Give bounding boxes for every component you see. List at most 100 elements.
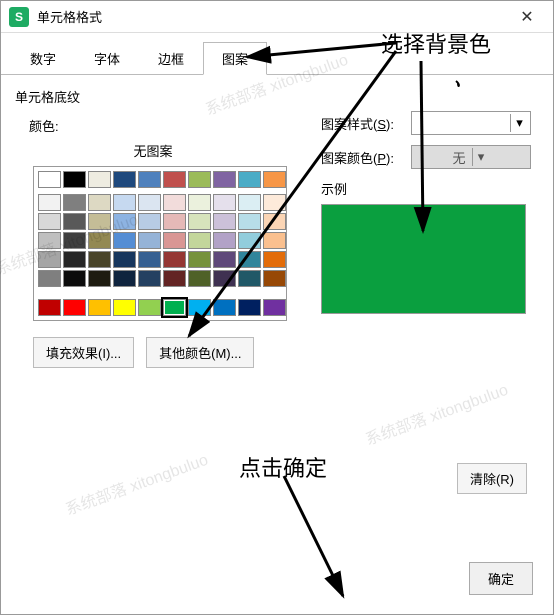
color-swatch[interactable]: [188, 194, 211, 211]
color-swatch[interactable]: [38, 194, 61, 211]
color-swatch[interactable]: [163, 232, 186, 249]
color-swatch[interactable]: [113, 251, 136, 268]
color-swatch[interactable]: [213, 251, 236, 268]
color-swatch[interactable]: [238, 299, 261, 316]
no-pattern-label: 无图案: [33, 141, 273, 160]
color-swatch[interactable]: [63, 299, 86, 316]
color-swatch[interactable]: [63, 251, 86, 268]
color-swatch[interactable]: [88, 171, 111, 188]
color-swatch[interactable]: [188, 251, 211, 268]
color-swatch[interactable]: [38, 270, 61, 287]
color-swatch[interactable]: [163, 251, 186, 268]
pattern-color-value: 无: [452, 148, 465, 167]
color-swatch[interactable]: [263, 171, 286, 188]
color-swatch[interactable]: [263, 251, 286, 268]
color-swatch[interactable]: [188, 213, 211, 230]
tab-pattern[interactable]: 图案: [203, 42, 267, 75]
color-swatch[interactable]: [38, 232, 61, 249]
color-swatch[interactable]: [113, 299, 136, 316]
color-swatch[interactable]: [38, 251, 61, 268]
color-swatch[interactable]: [188, 171, 211, 188]
color-palette: [33, 166, 287, 321]
color-swatch[interactable]: [163, 194, 186, 211]
tab-font[interactable]: 字体: [75, 42, 139, 75]
other-color-button[interactable]: 其他颜色(M)...: [146, 337, 254, 368]
color-swatch[interactable]: [113, 213, 136, 230]
color-swatch[interactable]: [63, 213, 86, 230]
color-swatch[interactable]: [263, 232, 286, 249]
app-icon: S: [9, 7, 29, 27]
color-swatch[interactable]: [263, 194, 286, 211]
color-swatch[interactable]: [113, 194, 136, 211]
color-swatch[interactable]: [113, 232, 136, 249]
ok-label: 确定: [488, 572, 514, 587]
color-swatch[interactable]: [63, 270, 86, 287]
tab-number[interactable]: 数字: [11, 42, 75, 75]
color-swatch[interactable]: [88, 251, 111, 268]
color-swatch[interactable]: [138, 270, 161, 287]
color-swatch[interactable]: [38, 213, 61, 230]
color-swatch[interactable]: [238, 270, 261, 287]
color-swatch[interactable]: [163, 270, 186, 287]
chevron-down-icon: ▾: [472, 148, 490, 166]
color-swatch[interactable]: [138, 171, 161, 188]
color-swatch[interactable]: [113, 171, 136, 188]
color-swatch[interactable]: [263, 299, 286, 316]
color-swatch[interactable]: [63, 194, 86, 211]
color-swatch[interactable]: [63, 232, 86, 249]
color-swatch[interactable]: [138, 213, 161, 230]
pattern-style-dropdown[interactable]: ▾: [411, 111, 531, 135]
tab-bar: 数字 字体 边框 图案: [1, 33, 553, 75]
color-swatch[interactable]: [213, 213, 236, 230]
other-color-label: 其他颜色(M)...: [159, 346, 241, 361]
color-swatch[interactable]: [263, 270, 286, 287]
color-swatch[interactable]: [63, 171, 86, 188]
color-swatch[interactable]: [88, 299, 111, 316]
color-swatch[interactable]: [238, 251, 261, 268]
color-swatch[interactable]: [38, 299, 61, 316]
color-swatch[interactable]: [138, 232, 161, 249]
close-icon[interactable]: ✕: [509, 3, 545, 31]
color-swatch[interactable]: [238, 232, 261, 249]
fill-effect-label: 填充效果(I)...: [46, 346, 121, 361]
color-swatch[interactable]: [138, 251, 161, 268]
tab-border[interactable]: 边框: [139, 42, 203, 75]
color-swatch[interactable]: [213, 194, 236, 211]
color-swatch[interactable]: [188, 299, 211, 316]
color-swatch[interactable]: [163, 171, 186, 188]
fill-effect-button[interactable]: 填充效果(I)...: [33, 337, 134, 368]
ok-button[interactable]: 确定: [469, 562, 533, 595]
section-label: 单元格底纹: [15, 87, 539, 106]
standard-colors-row: [38, 293, 282, 316]
color-swatch[interactable]: [263, 213, 286, 230]
color-swatch[interactable]: [138, 194, 161, 211]
color-swatch[interactable]: [38, 171, 61, 188]
pattern-color-label: 图案颜色(P):: [321, 148, 411, 167]
color-swatch[interactable]: [238, 194, 261, 211]
sample-preview: [321, 204, 526, 314]
sample-label: 示例: [321, 179, 531, 198]
color-swatch[interactable]: [188, 270, 211, 287]
color-swatch[interactable]: [163, 299, 186, 316]
pattern-color-dropdown[interactable]: 无 ▾: [411, 145, 531, 169]
pattern-style-label: 图案样式(S):: [321, 114, 411, 133]
chevron-down-icon: ▾: [510, 114, 528, 132]
color-swatch[interactable]: [213, 232, 236, 249]
color-swatch[interactable]: [238, 213, 261, 230]
color-swatch[interactable]: [238, 171, 261, 188]
color-swatch[interactable]: [88, 194, 111, 211]
color-swatch[interactable]: [113, 270, 136, 287]
clear-button[interactable]: 清除(R): [457, 463, 527, 494]
color-swatch[interactable]: [213, 299, 236, 316]
color-swatch[interactable]: [138, 299, 161, 316]
window-title: 单元格格式: [37, 7, 509, 26]
theme-shades-grid: [38, 194, 282, 287]
color-swatch[interactable]: [163, 213, 186, 230]
color-swatch[interactable]: [213, 171, 236, 188]
clear-label: 清除(R): [470, 472, 514, 487]
color-swatch[interactable]: [88, 232, 111, 249]
color-swatch[interactable]: [188, 232, 211, 249]
color-swatch[interactable]: [213, 270, 236, 287]
color-swatch[interactable]: [88, 213, 111, 230]
color-swatch[interactable]: [88, 270, 111, 287]
